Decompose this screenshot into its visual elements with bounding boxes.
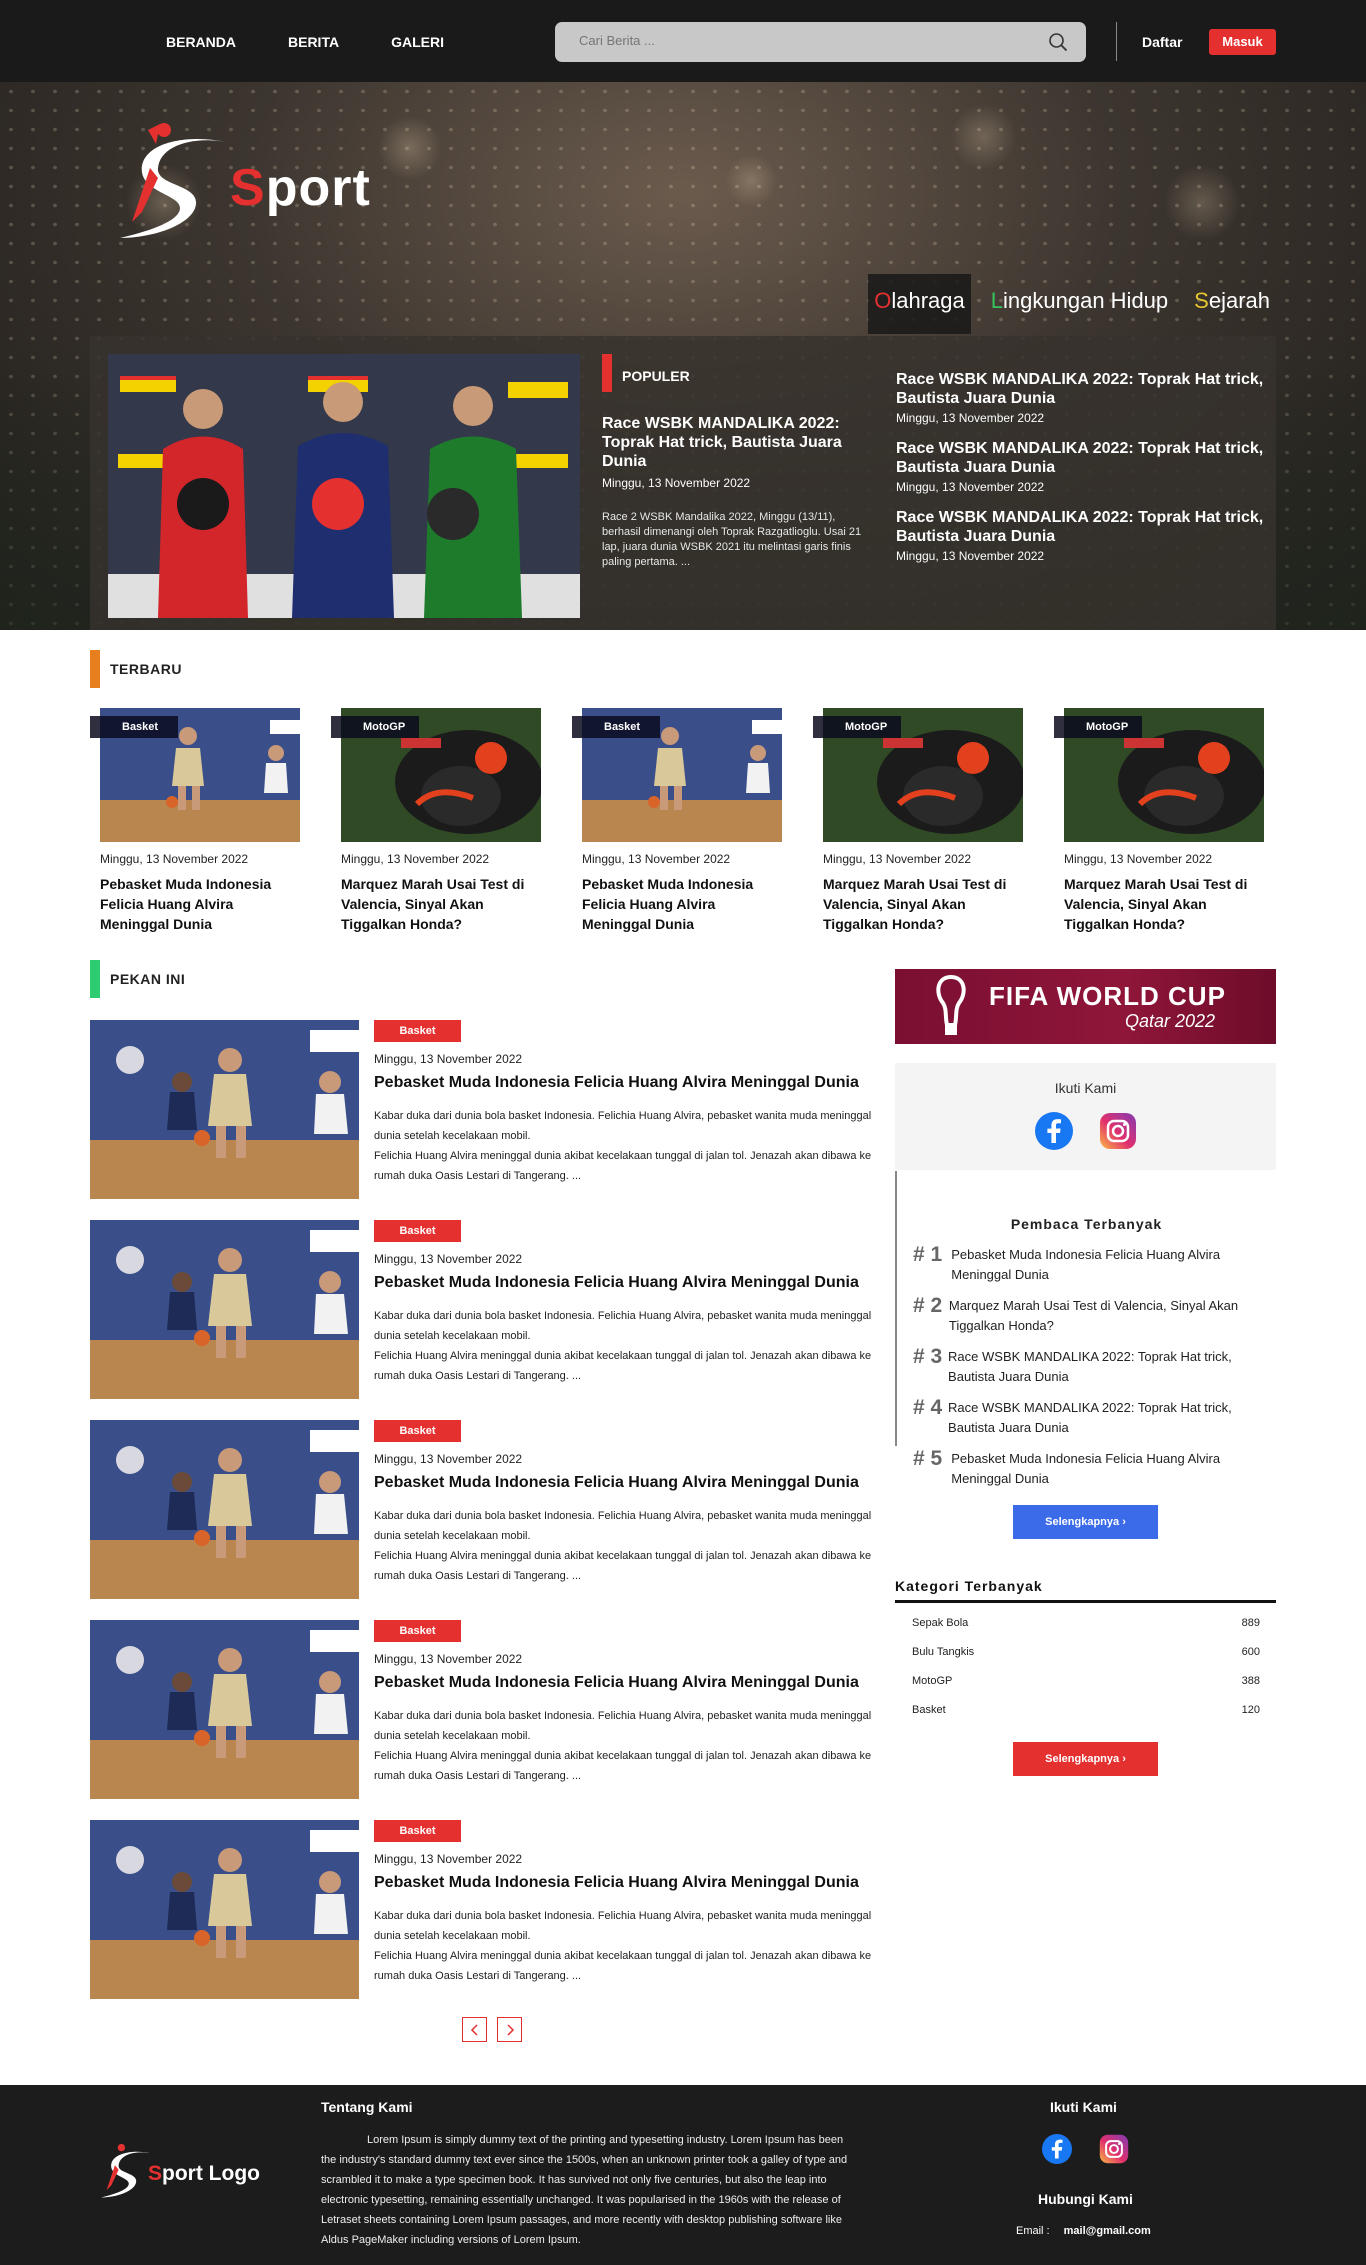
category-badge[interactable]: Basket [374,1820,461,1842]
week-article-excerpt: Kabar duka dari dunia bola basket Indone… [374,1710,872,1782]
tab-lingkungan-hidup[interactable]: Lingkungan Hidup [985,274,1174,334]
search-input[interactable] [579,33,1019,48]
most-read-item[interactable]: # 5 Pebasket Muda Indonesia Felicia Huang… [913,1447,1273,1489]
facebook-icon[interactable] [1042,2134,1072,2164]
week-heading: PEKAN INI [90,960,185,998]
category-badge[interactable]: Basket [374,1020,461,1042]
search-icon[interactable] [1048,32,1068,52]
popular-main-image[interactable] [108,354,580,618]
category-row[interactable]: MotoGP 388 [912,1675,1260,1687]
footer-email[interactable]: Email : mail@gmail.com [1016,2225,1151,2237]
popular-label: POPULER [622,368,690,384]
week-article-excerpt: Kabar duka dari dunia bola basket Indone… [374,1510,872,1582]
week-article[interactable]: Basket Minggu, 13 November 2022 Pebasket… [90,1820,885,2000]
week-article[interactable]: Basket Minggu, 13 November 2022 Pebasket… [90,1220,885,1400]
nav-galeri[interactable]: GALERI [391,34,444,50]
world-cup-trophy-icon [936,974,966,1035]
nav-beranda[interactable]: BERANDA [166,34,236,50]
categories-more-button[interactable]: Selengkapnya › [1013,1742,1158,1776]
popular-list: Race WSBK MANDALIKA 2022: Toprak Hat tri… [896,370,1266,577]
tab-sejarah[interactable]: Sejarah [1188,274,1276,334]
top-navbar: BERANDA BERITA GALERI Daftar Masuk [0,0,1366,82]
category-row[interactable]: Sepak Bola 889 [912,1617,1260,1629]
week-article-image[interactable] [90,1820,359,1999]
most-read-more-button[interactable]: Selengkapnya › [1013,1505,1158,1539]
site-footer: Sport Logo Tentang Kami Lorem Ipsum is s… [0,2085,1366,2265]
facebook-icon[interactable] [1035,1112,1073,1150]
hero-banner: Sport Olahraga Lingkungan Hidup Sejarah [0,82,1366,630]
category-tag[interactable]: Basket [572,716,660,738]
chevron-left-icon [470,2023,478,2036]
week-article-title[interactable]: Pebasket Muda Indonesia Felicia Huang Al… [374,1874,859,1892]
week-article-title[interactable]: Pebasket Muda Indonesia Felicia Huang Al… [374,1274,859,1292]
chevron-right-icon: › [1122,1753,1126,1765]
popular-panel: POPULER Race WSBK MANDALIKA 2022: Toprak… [90,336,1276,630]
category-badge[interactable]: Basket [374,1220,461,1242]
week-article[interactable]: Basket Minggu, 13 November 2022 Pebasket… [90,1620,885,1800]
week-article[interactable]: Basket Minggu, 13 November 2022 Pebasket… [90,1020,885,1200]
nav-berita[interactable]: BERITA [288,34,339,50]
instagram-icon[interactable] [1099,1112,1137,1150]
footer-logo-icon [101,2143,150,2198]
instagram-icon[interactable] [1099,2134,1129,2164]
category-row[interactable]: Basket 120 [912,1704,1260,1716]
popular-list-item[interactable]: Race WSBK MANDALIKA 2022: Toprak Hat tri… [896,370,1266,425]
category-tag[interactable]: MotoGP [331,716,419,738]
footer-logo-text: Sport Logo [148,2162,260,2185]
most-read-box: Pembaca Terbanyak # 1 Pebasket Muda Indon… [895,1171,1276,1486]
brand-logo-icon [120,123,226,238]
nav-divider [1116,22,1117,61]
latest-heading: TERBARU [90,650,182,688]
week-article-excerpt: Kabar duka dari dunia bola basket Indone… [374,1310,872,1382]
category-badge[interactable]: Basket [374,1620,461,1642]
category-tag[interactable]: Basket [90,716,178,738]
week-article-title[interactable]: Pebasket Muda Indonesia Felicia Huang Al… [374,1474,859,1492]
register-link[interactable]: Daftar [1142,34,1182,50]
tab-first-letter: O [874,288,892,313]
most-read-item[interactable]: # 1 Pebasket Muda Indonesia Felicia Huang… [913,1243,1273,1285]
search-box [555,22,1086,62]
popular-list-item[interactable]: Race WSBK MANDALIKA 2022: Toprak Hat tri… [896,439,1266,494]
popular-main-excerpt: Race 2 WSBK Mandalika 2022, Minggu (13/1… [602,511,862,568]
most-read-item[interactable]: # 4 Race WSBK MANDALIKA 2022: Toprak Hat … [913,1396,1273,1438]
week-article-image[interactable] [90,1220,359,1399]
week-article[interactable]: Basket Minggu, 13 November 2022 Pebasket… [90,1420,885,1600]
brand-name: Sport [230,159,371,217]
popular-main-title[interactable]: Race WSBK MANDALIKA 2022: Toprak Hat tri… [602,414,847,471]
tab-olahraga[interactable]: Olahraga [868,274,971,334]
category-row[interactable]: Bulu Tangkis 600 [912,1646,1260,1658]
week-article-excerpt: Kabar duka dari dunia bola basket Indone… [374,1110,872,1182]
hero-category-tabs: Olahraga Lingkungan Hidup Sejarah [854,274,1276,334]
main-nav: BERANDA BERITA GALERI [166,34,496,50]
popular-accent-bar [602,354,612,392]
popular-main-date: Minggu, 13 November 2022 [602,476,751,490]
week-article-image[interactable] [90,1420,359,1599]
category-tag[interactable]: MotoGP [813,716,901,738]
chevron-right-icon [506,2023,514,2036]
category-badge[interactable]: Basket [374,1420,461,1442]
fifa-world-cup-banner[interactable]: FIFA WORLD CUP Qatar 2022 [895,969,1276,1044]
next-page-button[interactable] [497,2017,522,2042]
week-article-excerpt: Kabar duka dari dunia bola basket Indone… [374,1910,872,1982]
most-read-item[interactable]: # 3 Race WSBK MANDALIKA 2022: Toprak Hat … [913,1345,1273,1387]
top-categories: Kategori Terbanyak [895,1578,1276,1603]
login-button[interactable]: Masuk [1209,29,1276,55]
most-read-item[interactable]: # 2 Marquez Marah Usai Test di Valencia, … [913,1294,1273,1336]
chevron-right-icon: › [1122,1516,1126,1528]
week-article-image[interactable] [90,1020,359,1199]
week-article-title[interactable]: Pebasket Muda Indonesia Felicia Huang Al… [374,1074,859,1092]
category-tag[interactable]: MotoGP [1054,716,1142,738]
prev-page-button[interactable] [462,2017,487,2042]
week-article-title[interactable]: Pebasket Muda Indonesia Felicia Huang Al… [374,1674,859,1692]
popular-list-item[interactable]: Race WSBK MANDALIKA 2022: Toprak Hat tri… [896,508,1266,563]
pagination [462,2017,522,2042]
follow-us-box: Ikuti Kami [895,1063,1276,1170]
week-article-image[interactable] [90,1620,359,1799]
